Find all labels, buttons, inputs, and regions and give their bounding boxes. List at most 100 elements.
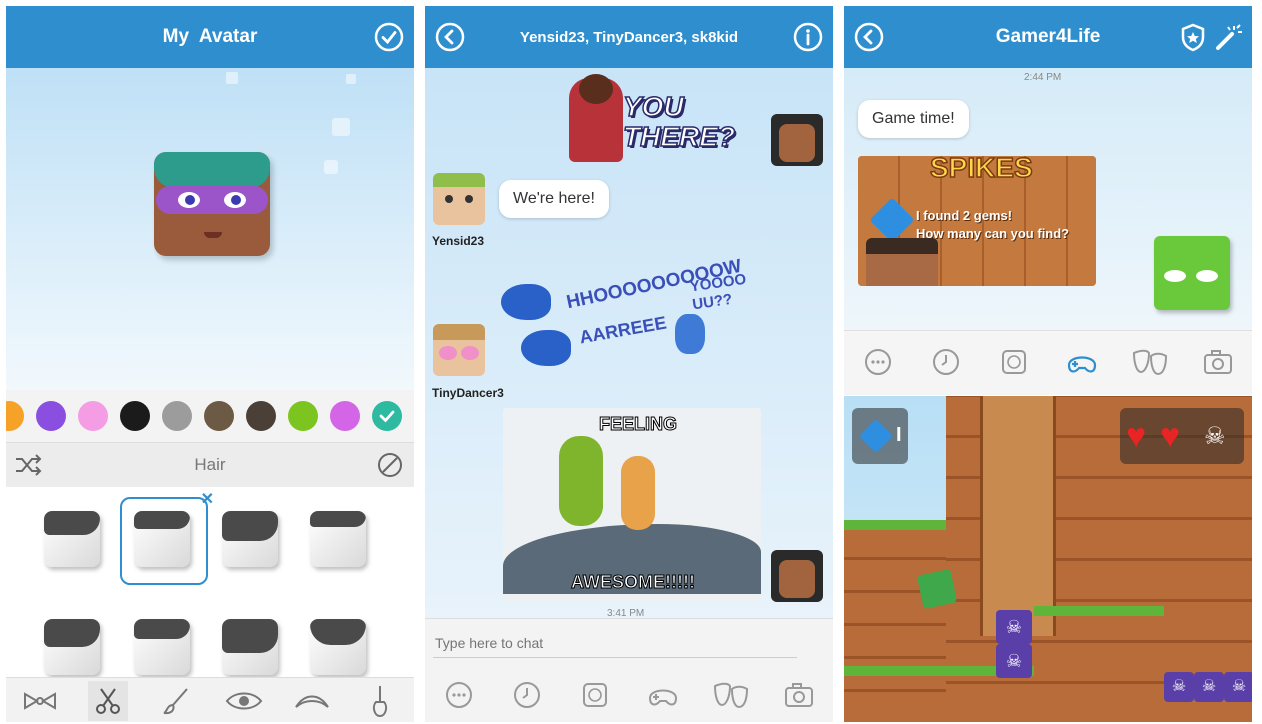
meme-bottom-text: AWESOME!!!!! xyxy=(571,572,696,593)
category-label: Hair xyxy=(194,455,226,474)
color-swatch[interactable] xyxy=(36,401,66,431)
player-character xyxy=(916,568,958,610)
game-message-line1: I found 2 gems! xyxy=(916,208,1013,223)
chat-input[interactable] xyxy=(433,629,797,658)
color-swatch[interactable] xyxy=(330,401,360,431)
avatar-editor-panel: My Avatar Hair ✕ xyxy=(6,6,414,722)
hair-option[interactable] xyxy=(222,511,278,567)
avatar xyxy=(866,238,938,286)
spike-block: ☠ xyxy=(1194,672,1224,702)
back-arrow-icon[interactable] xyxy=(435,22,465,52)
avatar-header: My Avatar xyxy=(6,6,414,68)
magic-wand-icon[interactable] xyxy=(1214,22,1244,52)
game-chat-toolbar xyxy=(844,340,1252,384)
hair-option[interactable] xyxy=(310,619,366,675)
spike-block: ☠ xyxy=(1224,672,1252,702)
chat-message-bubble: Game time! xyxy=(858,100,969,138)
game-canvas[interactable]: ☠ ☠ ☠ ☠ ☠ I ♥ ♥ ☠ xyxy=(844,396,1252,722)
spike-block: ☠ xyxy=(1164,672,1194,702)
game-controller-icon[interactable] xyxy=(643,675,683,715)
back-arrow-icon[interactable] xyxy=(854,22,884,52)
image-message[interactable]: FEELING AWESOME!!!!! xyxy=(503,408,761,602)
scissors-icon[interactable] xyxy=(88,680,128,721)
sticker-message[interactable]: YOU THERE? xyxy=(565,74,745,166)
bow-tie-icon[interactable] xyxy=(20,681,60,721)
hair-option[interactable] xyxy=(310,511,366,567)
brush-icon[interactable] xyxy=(156,681,196,721)
timestamp: 2:44 PM xyxy=(1024,72,1062,83)
info-icon[interactable] xyxy=(793,22,823,52)
heart-icon: ♥ xyxy=(1126,417,1147,455)
gem-icon xyxy=(859,419,893,453)
avatar xyxy=(771,550,823,602)
avatar xyxy=(1154,236,1230,310)
clock-icon[interactable] xyxy=(926,342,966,382)
eye-icon[interactable] xyxy=(224,681,264,721)
clock-icon[interactable] xyxy=(507,675,547,715)
sticker-text: AARREEE xyxy=(577,312,668,348)
chat-toolbar xyxy=(425,672,833,718)
username-label: TinyDancer3 xyxy=(432,386,504,400)
color-swatch-bar xyxy=(6,390,414,442)
spike-block: ☠ xyxy=(996,610,1032,644)
check-circle-icon[interactable] xyxy=(374,22,404,52)
avatar xyxy=(771,114,823,166)
emoji-icon[interactable] xyxy=(858,342,898,382)
remove-icon[interactable]: ✕ xyxy=(201,489,214,509)
hair-option[interactable] xyxy=(222,619,278,675)
page-title: My Avatar xyxy=(162,26,258,47)
chat-messages: 2:44 PM Game time! SPIKES I found 2 gems… xyxy=(844,68,1252,330)
gem-count: I xyxy=(896,424,902,446)
color-swatch[interactable] xyxy=(78,401,108,431)
sticker-message[interactable]: HHOOOOOOOOOW AARREEE YOOOO UU?? xyxy=(495,256,755,382)
game-title: SPIKES xyxy=(929,156,1033,184)
guitar-icon[interactable] xyxy=(360,681,400,721)
hair-options-grid: ✕ xyxy=(6,487,414,677)
theater-masks-icon[interactable] xyxy=(711,675,751,715)
avatar xyxy=(433,173,485,225)
game-message-line2: How many can you find? xyxy=(916,226,1070,241)
heart-icon: ♥ xyxy=(1160,417,1181,455)
color-swatch[interactable] xyxy=(162,401,192,431)
shield-icon[interactable] xyxy=(1178,22,1208,52)
avatar xyxy=(433,324,485,376)
game-chat-panel: Gamer4Life 2:44 PM Game time! SPIKES I f… xyxy=(844,6,1252,722)
theater-masks-icon[interactable] xyxy=(1130,342,1170,382)
color-swatch[interactable] xyxy=(288,401,318,431)
eyebrow-icon[interactable] xyxy=(292,681,332,721)
no-sign-icon[interactable] xyxy=(376,451,404,484)
spike-block: ☠ xyxy=(996,644,1032,678)
avatar-category-tabs xyxy=(6,677,414,722)
meme-top-text: FEELING xyxy=(598,414,678,435)
chat-message-bubble: We're here! xyxy=(499,180,609,218)
gem-counter: I xyxy=(852,408,908,464)
chat-title: Yensid23, TinyDancer3, sk8kid xyxy=(519,28,739,46)
color-swatch[interactable] xyxy=(204,401,234,431)
selected-color-swatch[interactable] xyxy=(372,401,402,431)
sticker-icon[interactable] xyxy=(575,675,615,715)
sticker-text: YOU THERE? xyxy=(622,91,736,153)
camera-icon[interactable] xyxy=(1198,342,1238,382)
hair-option[interactable] xyxy=(44,511,100,567)
category-bar: Hair xyxy=(6,442,414,488)
avatar-preview-area xyxy=(6,68,414,390)
color-swatch[interactable] xyxy=(120,401,150,431)
avatar-cube xyxy=(154,152,270,256)
selected-hair-option[interactable]: ✕ xyxy=(120,491,214,585)
chat-header: Yensid23, TinyDancer3, sk8kid xyxy=(425,6,833,68)
hair-option[interactable] xyxy=(44,619,100,675)
game-invite-card[interactable]: SPIKES I found 2 gems! How many can you … xyxy=(858,156,1096,286)
sticker-icon[interactable] xyxy=(994,342,1034,382)
color-swatch[interactable] xyxy=(6,401,24,431)
skull-icon: ☠ xyxy=(1204,423,1226,450)
color-swatch[interactable] xyxy=(246,401,276,431)
hair-option[interactable] xyxy=(134,619,190,675)
health-hud: ♥ ♥ ☠ xyxy=(1120,408,1244,464)
username-label: Yensid23 xyxy=(432,234,485,248)
chat-messages: YOU THERE? We're here! Yensid23 HHOOOOOO… xyxy=(425,68,833,619)
camera-icon[interactable] xyxy=(779,675,819,715)
chat-title: Gamer4Life xyxy=(995,26,1101,47)
emoji-icon[interactable] xyxy=(439,675,479,715)
sticker-text: YOOOO UU?? xyxy=(688,270,748,314)
game-controller-icon[interactable] xyxy=(1062,342,1102,382)
